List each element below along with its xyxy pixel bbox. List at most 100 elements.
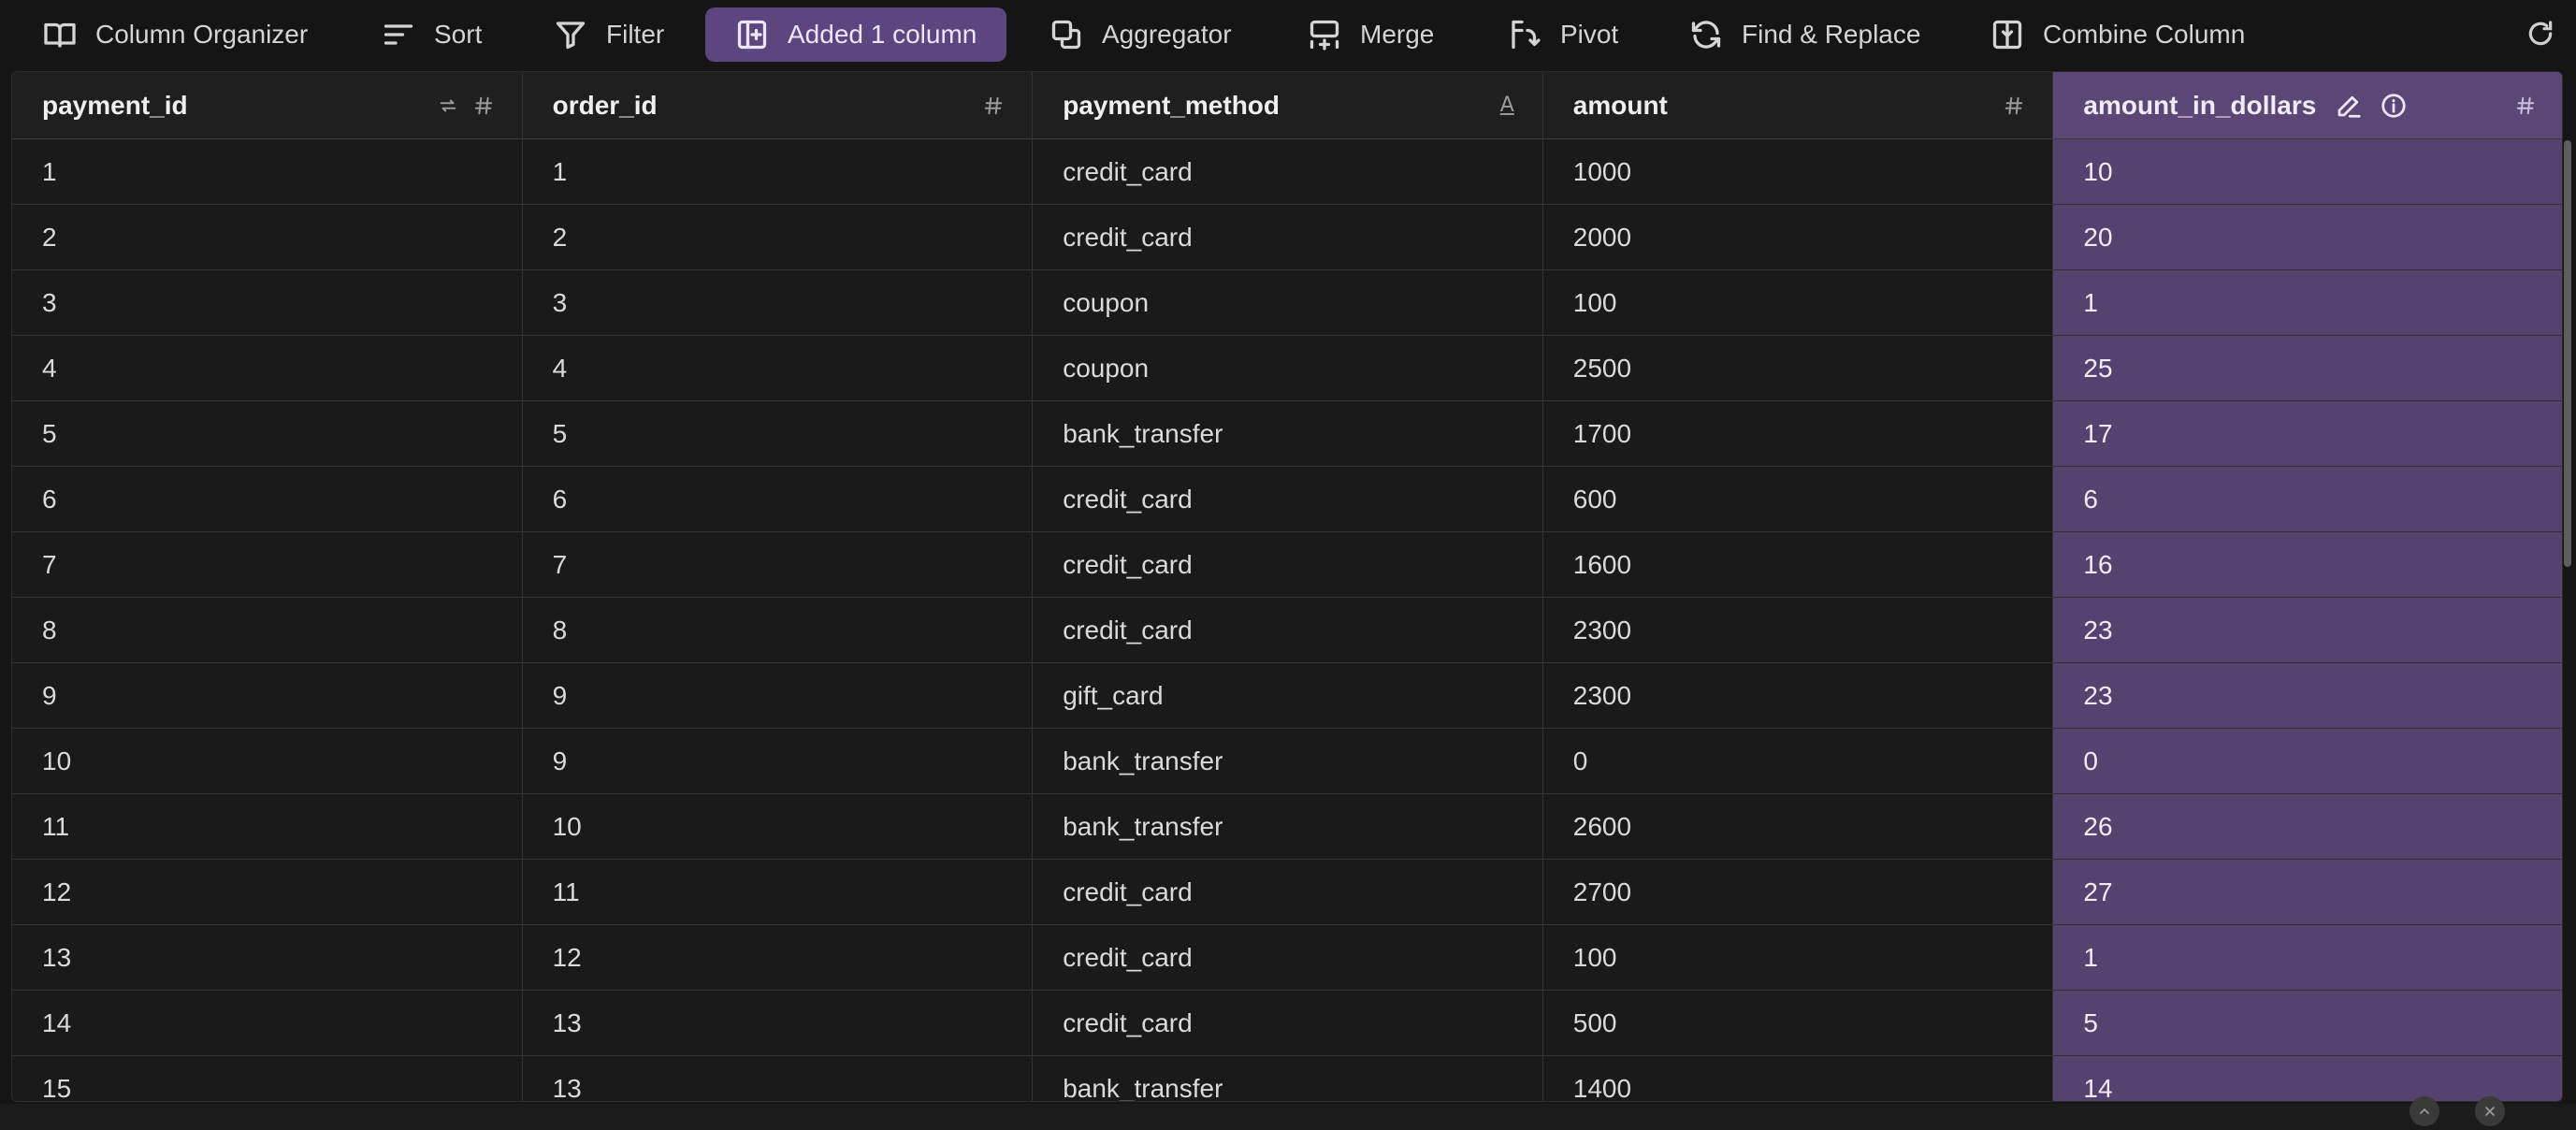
- cell-payment-method[interactable]: credit_card: [1033, 598, 1543, 662]
- cell-amount-in-dollars[interactable]: 6: [2053, 467, 2562, 531]
- cell-payment-id[interactable]: 2: [12, 205, 523, 269]
- cell-amount[interactable]: 1600: [1543, 532, 2054, 597]
- cell-amount[interactable]: 2000: [1543, 205, 2054, 269]
- cell-order-id[interactable]: 8: [523, 598, 1034, 662]
- cell-payment-id[interactable]: 15: [12, 1056, 523, 1101]
- column-organizer-button[interactable]: Column Organizer: [41, 7, 308, 62]
- vertical-scrollbar[interactable]: [2564, 140, 2571, 567]
- cell-amount[interactable]: 0: [1543, 729, 2054, 793]
- cell-amount-in-dollars[interactable]: 5: [2053, 991, 2562, 1055]
- key-swap-icon[interactable]: [438, 95, 458, 116]
- cell-payment-method[interactable]: credit_card: [1033, 925, 1543, 990]
- cell-amount[interactable]: 600: [1543, 467, 2054, 531]
- cell-order-id[interactable]: 12: [523, 925, 1034, 990]
- cell-payment-method[interactable]: credit_card: [1033, 991, 1543, 1055]
- cell-amount-in-dollars[interactable]: 0: [2053, 729, 2562, 793]
- sort-button[interactable]: Sort: [380, 7, 482, 62]
- cell-amount-in-dollars[interactable]: 23: [2053, 598, 2562, 662]
- table-row[interactable]: 3 3 coupon 100 1: [12, 270, 2562, 336]
- cell-amount[interactable]: 1000: [1543, 139, 2054, 204]
- cell-payment-method[interactable]: coupon: [1033, 270, 1543, 335]
- cell-order-id[interactable]: 13: [523, 1056, 1034, 1101]
- cell-payment-id[interactable]: 9: [12, 663, 523, 728]
- combine-column-button[interactable]: Combine Column: [1989, 7, 2245, 62]
- table-row[interactable]: 15 13 bank_transfer 1400 14: [12, 1056, 2562, 1101]
- cell-amount-in-dollars[interactable]: 17: [2053, 401, 2562, 466]
- refresh-button[interactable]: [2522, 15, 2559, 52]
- pivot-button[interactable]: Pivot: [1506, 7, 1618, 62]
- cell-amount[interactable]: 2500: [1543, 336, 2054, 400]
- cell-payment-id[interactable]: 8: [12, 598, 523, 662]
- cell-payment-id[interactable]: 4: [12, 336, 523, 400]
- horizontal-scrollbar[interactable]: [0, 1104, 2576, 1130]
- cell-payment-method[interactable]: bank_transfer: [1033, 1056, 1543, 1101]
- table-row[interactable]: 13 12 credit_card 100 1: [12, 925, 2562, 991]
- cell-amount[interactable]: 500: [1543, 991, 2054, 1055]
- cell-payment-id[interactable]: 7: [12, 532, 523, 597]
- cell-order-id[interactable]: 1: [523, 139, 1034, 204]
- cell-amount[interactable]: 2300: [1543, 663, 2054, 728]
- table-row[interactable]: 2 2 credit_card 2000 20: [12, 205, 2562, 270]
- cell-amount-in-dollars[interactable]: 23: [2053, 663, 2562, 728]
- cell-amount-in-dollars[interactable]: 25: [2053, 336, 2562, 400]
- cell-amount-in-dollars[interactable]: 14: [2053, 1056, 2562, 1101]
- cell-amount[interactable]: 1400: [1543, 1056, 2054, 1101]
- cell-amount-in-dollars[interactable]: 27: [2053, 860, 2562, 924]
- close-panel-button[interactable]: [2475, 1096, 2505, 1126]
- table-row[interactable]: 7 7 credit_card 1600 16: [12, 532, 2562, 598]
- cell-payment-id[interactable]: 6: [12, 467, 523, 531]
- table-row[interactable]: 4 4 coupon 2500 25: [12, 336, 2562, 401]
- cell-order-id[interactable]: 6: [523, 467, 1034, 531]
- cell-order-id[interactable]: 3: [523, 270, 1034, 335]
- cell-amount-in-dollars[interactable]: 16: [2053, 532, 2562, 597]
- cell-order-id[interactable]: 7: [523, 532, 1034, 597]
- table-row[interactable]: 6 6 credit_card 600 6: [12, 467, 2562, 532]
- column-header-order-id[interactable]: order_id: [523, 72, 1034, 138]
- table-row[interactable]: 5 5 bank_transfer 1700 17: [12, 401, 2562, 467]
- cell-amount-in-dollars[interactable]: 1: [2053, 925, 2562, 990]
- merge-button[interactable]: Merge: [1306, 7, 1434, 62]
- column-header-payment-id[interactable]: payment_id: [12, 72, 523, 138]
- cell-payment-id[interactable]: 10: [12, 729, 523, 793]
- cell-payment-method[interactable]: credit_card: [1033, 860, 1543, 924]
- cell-amount-in-dollars[interactable]: 10: [2053, 139, 2562, 204]
- cell-amount[interactable]: 2300: [1543, 598, 2054, 662]
- pencil-edit-icon[interactable]: [2335, 92, 2363, 120]
- table-row[interactable]: 8 8 credit_card 2300 23: [12, 598, 2562, 663]
- cell-amount-in-dollars[interactable]: 20: [2053, 205, 2562, 269]
- cell-payment-id[interactable]: 14: [12, 991, 523, 1055]
- cell-payment-id[interactable]: 1: [12, 139, 523, 204]
- filter-button[interactable]: Filter: [552, 7, 664, 62]
- cell-order-id[interactable]: 10: [523, 794, 1034, 859]
- cell-payment-method[interactable]: credit_card: [1033, 532, 1543, 597]
- cell-payment-method[interactable]: bank_transfer: [1033, 794, 1543, 859]
- cell-amount[interactable]: 100: [1543, 925, 2054, 990]
- cell-amount-in-dollars[interactable]: 1: [2053, 270, 2562, 335]
- column-header-payment-method[interactable]: payment_method A: [1033, 72, 1543, 138]
- table-row[interactable]: 1 1 credit_card 1000 10: [12, 139, 2562, 205]
- info-icon[interactable]: [2380, 92, 2408, 120]
- cell-order-id[interactable]: 11: [523, 860, 1034, 924]
- aggregator-button[interactable]: Aggregator: [1048, 7, 1232, 62]
- cell-payment-id[interactable]: 5: [12, 401, 523, 466]
- table-row[interactable]: 12 11 credit_card 2700 27: [12, 860, 2562, 925]
- cell-amount[interactable]: 1700: [1543, 401, 2054, 466]
- cell-amount-in-dollars[interactable]: 26: [2053, 794, 2562, 859]
- cell-order-id[interactable]: 4: [523, 336, 1034, 400]
- collapse-up-button[interactable]: [2410, 1096, 2439, 1126]
- column-header-amount[interactable]: amount: [1543, 72, 2054, 138]
- cell-payment-id[interactable]: 13: [12, 925, 523, 990]
- cell-payment-id[interactable]: 3: [12, 270, 523, 335]
- table-row[interactable]: 14 13 credit_card 500 5: [12, 991, 2562, 1056]
- cell-order-id[interactable]: 5: [523, 401, 1034, 466]
- find-replace-button[interactable]: Find & Replace: [1687, 7, 1920, 62]
- table-row[interactable]: 9 9 gift_card 2300 23: [12, 663, 2562, 729]
- cell-amount[interactable]: 2700: [1543, 860, 2054, 924]
- cell-payment-method[interactable]: coupon: [1033, 336, 1543, 400]
- cell-payment-method[interactable]: gift_card: [1033, 663, 1543, 728]
- cell-payment-method[interactable]: credit_card: [1033, 205, 1543, 269]
- cell-order-id[interactable]: 2: [523, 205, 1034, 269]
- added-column-button[interactable]: Added 1 column: [705, 7, 1007, 62]
- cell-amount[interactable]: 2600: [1543, 794, 2054, 859]
- cell-order-id[interactable]: 9: [523, 729, 1034, 793]
